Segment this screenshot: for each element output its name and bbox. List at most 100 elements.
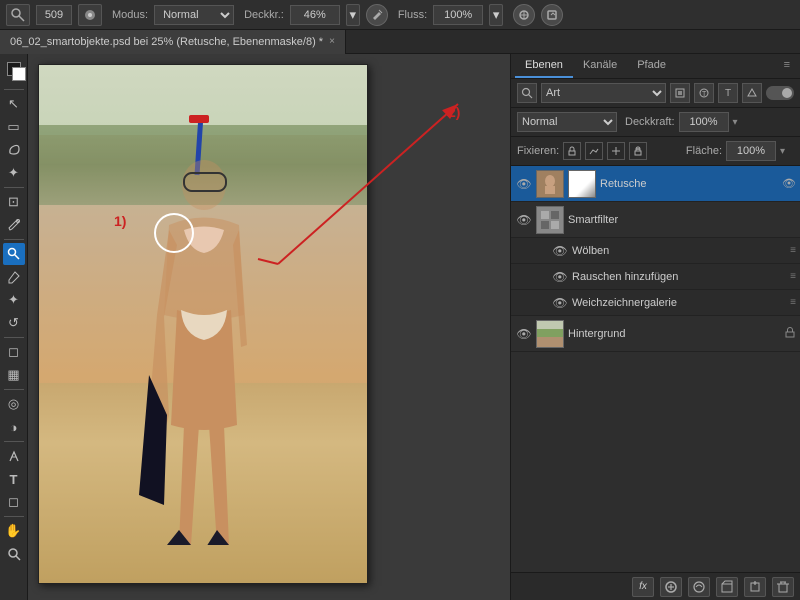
tab-layers[interactable]: Ebenen xyxy=(515,54,573,78)
filter-type-select[interactable]: Art xyxy=(541,83,666,103)
brush-size-input[interactable]: 509 xyxy=(36,5,72,25)
document-canvas[interactable]: 1) xyxy=(38,64,368,584)
tab-close-btn[interactable]: × xyxy=(329,36,335,47)
filter-adj-icon[interactable]: T xyxy=(694,83,714,103)
mode-label: Modus: xyxy=(112,9,148,21)
layer-weichzeichner-name: Weichzeichnergalerie xyxy=(572,297,790,309)
opacity-input[interactable]: 46% xyxy=(290,5,340,25)
magic-wand-tool[interactable]: ✦ xyxy=(3,162,25,184)
layer-wolben-visibility[interactable]: 👁 xyxy=(551,242,569,260)
layer-smartfilter[interactable]: 👁 Smartfilter xyxy=(511,202,800,238)
layer-weichzeichner[interactable]: 👁 Weichzeichnergalerie ≡ xyxy=(511,290,800,316)
filter-pixel-icon[interactable] xyxy=(670,83,690,103)
layer-retusche-right-eye[interactable]: 👁 xyxy=(782,177,796,190)
svg-text:T: T xyxy=(702,91,707,98)
canvas-area[interactable]: 1) 2) xyxy=(28,54,510,600)
filter-type-icon[interactable]: T xyxy=(718,83,738,103)
blend-bar: Normal Deckkraft: 100% ▾ xyxy=(511,108,800,137)
brush-hardness-icon[interactable] xyxy=(78,4,102,26)
layer-retusche-name: Retusche xyxy=(600,178,782,190)
layer-wolben[interactable]: 👁 Wölben ≡ xyxy=(511,238,800,264)
layer-rauschen-visibility[interactable]: 👁 xyxy=(551,268,569,286)
layer-weichzeichner-visibility[interactable]: 👁 xyxy=(551,294,569,312)
opacity-dropdown-btn[interactable]: ▾ xyxy=(346,4,360,26)
opacity-dropdown-arrow[interactable]: ▾ xyxy=(733,117,747,128)
brush-tool[interactable] xyxy=(3,266,25,288)
new-layer-btn[interactable] xyxy=(744,577,766,597)
eyedropper-tool[interactable] xyxy=(3,214,25,236)
annotation-label-2: 2) xyxy=(448,104,460,120)
content-aware-icon[interactable] xyxy=(541,4,563,26)
layer-hintergrund-name: Hintergrund xyxy=(568,328,784,340)
layer-retusche-visibility[interactable]: 👁 xyxy=(515,175,533,193)
lock-label: Fixieren: xyxy=(517,145,559,157)
left-toolbox: ↖ ▭ ✦ ⊡ ✦ ↺ ◻ ▦ ◎ ◑ T ◻ ✋ xyxy=(0,54,28,600)
wolben-options-icon[interactable]: ≡ xyxy=(790,245,796,256)
tab-channels[interactable]: Kanäle xyxy=(573,54,627,78)
filter-search-icon xyxy=(517,83,537,103)
new-adjustment-btn[interactable] xyxy=(688,577,710,597)
layer-hintergrund-lock xyxy=(784,326,796,341)
tool-separator-3 xyxy=(4,239,24,240)
lock-transparent-btn[interactable] xyxy=(563,142,581,160)
lock-image-btn[interactable] xyxy=(585,142,603,160)
lock-bar: Fixieren: Fläche: 100% ▾ xyxy=(511,137,800,166)
marquee-tool[interactable]: ▭ xyxy=(3,116,25,138)
area-dropdown-arrow[interactable]: ▾ xyxy=(780,146,794,157)
add-mask-btn[interactable] xyxy=(660,577,682,597)
layer-smartfilter-visibility[interactable]: 👁 xyxy=(515,211,533,229)
mode-select[interactable]: Normal xyxy=(154,5,234,25)
layer-hintergrund[interactable]: 👁 Hintergrund xyxy=(511,316,800,352)
dodge-tool[interactable]: ◑ xyxy=(3,416,25,438)
document-tab[interactable]: 06_02_smartobjekte.psd bei 25% (Retusche… xyxy=(0,30,346,54)
blend-mode-select[interactable]: Normal xyxy=(517,112,617,132)
history-brush-tool[interactable]: ↺ xyxy=(3,312,25,334)
area-value-input[interactable]: 100% xyxy=(726,141,776,161)
layer-smartfilter-thumbnail xyxy=(536,206,564,234)
fx-btn[interactable]: fx xyxy=(632,577,654,597)
flow-dropdown-btn[interactable]: ▾ xyxy=(489,4,503,26)
eye-icon: 👁 xyxy=(516,177,531,191)
layer-hintergrund-visibility[interactable]: 👁 xyxy=(515,325,533,343)
zoom-tool[interactable] xyxy=(3,543,25,565)
weichzeichner-options-icon[interactable]: ≡ xyxy=(790,297,796,308)
annotation-label-1: 1) xyxy=(114,213,126,229)
clone-stamp-tool[interactable]: ✦ xyxy=(3,289,25,311)
type-tool[interactable]: T xyxy=(3,468,25,490)
layer-retusche-thumbnail xyxy=(536,170,564,198)
document-tab-title: 06_02_smartobjekte.psd bei 25% (Retusche… xyxy=(10,36,323,48)
layer-opacity-input[interactable]: 100% xyxy=(679,112,729,132)
shape-tool[interactable]: ◻ xyxy=(3,491,25,513)
color-fg-tool[interactable] xyxy=(3,58,25,80)
new-group-btn[interactable] xyxy=(716,577,738,597)
blur-tool[interactable]: ◎ xyxy=(3,393,25,415)
sample-all-layers-icon[interactable] xyxy=(513,4,535,26)
tab-paths[interactable]: Pfade xyxy=(627,54,676,78)
brush-tool-icon[interactable] xyxy=(6,4,30,26)
right-panels: Ebenen Kanäle Pfade ≡ Art T T xyxy=(510,54,800,600)
flow-input[interactable]: 100% xyxy=(433,5,483,25)
lock-position-btn[interactable] xyxy=(607,142,625,160)
panel-collapse-btn[interactable]: ≡ xyxy=(778,54,796,78)
lasso-tool[interactable] xyxy=(3,139,25,161)
airbrush-toggle[interactable] xyxy=(366,4,388,26)
rauschen-options-icon[interactable]: ≡ xyxy=(790,271,796,282)
healing-brush-tool[interactable] xyxy=(3,243,25,265)
layer-hintergrund-thumbnail xyxy=(536,320,564,348)
filter-toggle[interactable] xyxy=(766,86,794,100)
crop-tool[interactable]: ⊡ xyxy=(3,191,25,213)
move-tool[interactable]: ↖ xyxy=(3,93,25,115)
layer-smartfilter-name: Smartfilter xyxy=(568,214,796,226)
filter-shape-icon[interactable] xyxy=(742,83,762,103)
lock-all-btn[interactable] xyxy=(629,142,647,160)
opacity-label: Deckkr.: xyxy=(244,9,284,21)
gradient-tool[interactable]: ▦ xyxy=(3,364,25,386)
layer-retusche[interactable]: 👁 Retusche 👁 xyxy=(511,166,800,202)
pen-tool[interactable] xyxy=(3,445,25,467)
eye-icon-6: 👁 xyxy=(516,327,531,341)
delete-layer-btn[interactable] xyxy=(772,577,794,597)
layer-filter-bar: Art T T xyxy=(511,79,800,108)
eraser-tool[interactable]: ◻ xyxy=(3,341,25,363)
layer-rauschen[interactable]: 👁 Rauschen hinzufügen ≡ xyxy=(511,264,800,290)
hand-tool[interactable]: ✋ xyxy=(3,520,25,542)
